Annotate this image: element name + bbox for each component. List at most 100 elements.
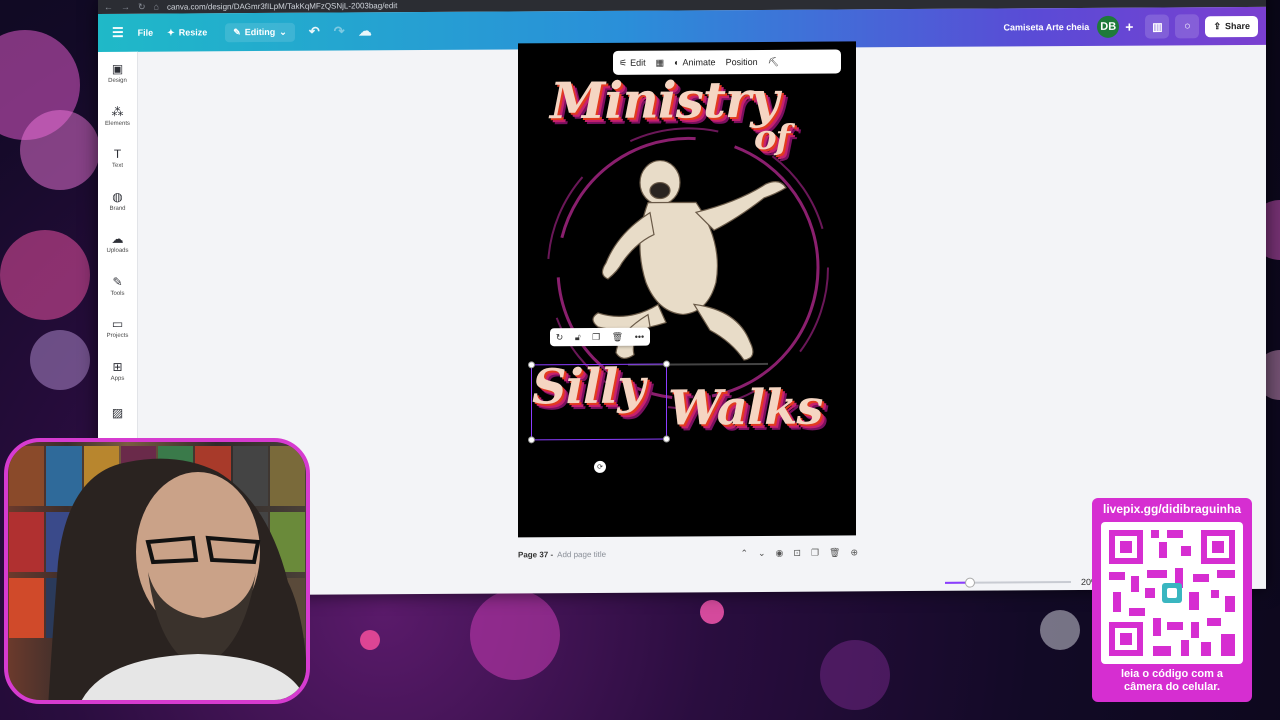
sidebar-item-brand[interactable]: ◍ Brand [98, 179, 137, 222]
sidebar-item-text[interactable]: T Text [98, 137, 137, 180]
position-label: Position [725, 56, 758, 68]
sidebar-item-label: Elements [104, 120, 130, 127]
sidebar-item-label: Uploads [106, 248, 129, 255]
bokeh-light [20, 110, 100, 190]
rotate-handle-icon[interactable]: ⟳ [594, 460, 606, 473]
sidebar-item-uploads[interactable]: ☁ Uploads [98, 222, 137, 265]
comment-icon[interactable]: ○ [1175, 14, 1200, 39]
resize-handle[interactable] [663, 435, 670, 443]
editing-mode-button[interactable]: ✎ Editing ⌄ [225, 22, 295, 42]
qr-instruction-line: leia o código com a [1120, 668, 1224, 680]
eye-icon[interactable]: ◉ [776, 548, 784, 559]
sidebar-item-design[interactable]: ▣ Design [98, 52, 137, 95]
cloud-saved-icon[interactable]: ☁ [359, 23, 372, 39]
back-icon[interactable]: ← [104, 2, 113, 12]
document-title[interactable]: Camiseta Arte cheia [1004, 22, 1090, 33]
bokeh-light [700, 600, 724, 624]
sidebar-item-projects[interactable]: ▭ Projects [98, 307, 137, 350]
bokeh-light [360, 630, 380, 650]
file-menu[interactable]: File [138, 28, 154, 38]
resize-handle[interactable] [528, 361, 535, 369]
qr-instruction: leia o código com a câmera do celular. [1092, 668, 1252, 694]
sliders-icon: ⚟ [619, 57, 628, 68]
chevron-down-icon: ⌄ [279, 26, 287, 37]
sidebar-item-label: Brand [109, 205, 126, 212]
pencil-icon: ✎ [233, 26, 241, 37]
forward-icon[interactable]: → [121, 2, 130, 12]
zoom-slider[interactable] [945, 577, 1071, 588]
sidebar-item-tools[interactable]: ✎ Tools [98, 264, 137, 307]
menu-icon[interactable]: ☰ [112, 25, 124, 41]
page-number: Page 37 - [518, 550, 554, 560]
art-title-walks[interactable]: Walks [668, 380, 822, 437]
home-icon[interactable]: ⌂ [154, 2, 159, 12]
sidebar-item-apps[interactable]: ⊞ Apps [98, 349, 137, 392]
layout-icon: ▣ [111, 62, 124, 77]
sidebar-item-label: Projects [106, 333, 129, 340]
duplicate-icon[interactable]: ❐ [592, 331, 600, 342]
position-button[interactable]: Position [726, 57, 758, 67]
editing-label: Editing [244, 26, 276, 38]
context-toolbar: ⚟ Edit ▦ ◐ Animate Position ⛏ [613, 49, 841, 75]
streamer-figure [48, 458, 306, 700]
upload-icon: ⇪ [1213, 20, 1221, 31]
add-collaborator-icon[interactable]: + [1125, 19, 1133, 35]
add-page-title-input[interactable]: Add page title [557, 550, 606, 559]
qr-code-pattern [1109, 530, 1235, 656]
paint-roller-icon[interactable]: ⛏ [768, 56, 779, 67]
qr-donation-panel: livepix.gg/didibraguinha leia o código c… [1092, 498, 1252, 702]
lock-icon[interactable]: 🔓︎ [575, 332, 581, 343]
bokeh-light [30, 330, 90, 390]
sidebar-item-label: Text [111, 163, 123, 170]
lock-icon[interactable]: ⊡ [793, 548, 801, 559]
animate-label: Animate [682, 57, 716, 68]
undo-icon[interactable]: ↶ [309, 24, 320, 40]
add-page-icon[interactable]: ⊕ [850, 547, 858, 558]
qr-code [1101, 522, 1243, 664]
animate-button[interactable]: ◐ Animate [674, 57, 715, 67]
trash-icon[interactable]: 🗑︎ [829, 547, 840, 558]
sidebar-item-elements[interactable]: ⁂ Elements [98, 94, 137, 137]
edit-button[interactable]: ⚟ Edit [619, 57, 646, 68]
webcam-overlay [4, 438, 310, 704]
cloud-upload-icon: ☁ [111, 232, 124, 247]
design-page[interactable]: Ministry of Silly Walks ↻ 🔓︎ ❐ 🗑︎ ••• ⟳ [518, 41, 856, 538]
sidebar-item-label: Tools [110, 290, 125, 297]
share-button[interactable]: ⇪ Share [1205, 15, 1258, 37]
chevron-down-icon[interactable]: ⌄ [758, 548, 766, 559]
art-title-of[interactable]: of [754, 118, 789, 158]
more-icon[interactable]: ••• [635, 332, 644, 342]
chevron-up-icon[interactable]: ⌃ [740, 548, 748, 559]
trash-icon[interactable]: 🗑︎ [612, 331, 623, 342]
transparency-icon[interactable]: ▦ [656, 57, 665, 68]
element-toolbar: ↻ 🔓︎ ❐ 🗑︎ ••• [550, 327, 650, 347]
animate-icon: ◐ [674, 57, 680, 68]
resize-handle[interactable] [663, 360, 670, 368]
duplicate-icon[interactable]: ❐ [811, 548, 819, 559]
rotate-icon[interactable]: ↻ [556, 332, 564, 343]
page-tools: ⌃ ⌄ ◉ ⊡ ❐ 🗑︎ ⊕ [740, 547, 858, 559]
folder-icon: ▭ [111, 317, 124, 332]
redo-icon[interactable]: ↷ [334, 23, 345, 39]
zoom-slider-knob[interactable] [965, 577, 976, 588]
resize-handle[interactable] [528, 436, 535, 444]
brand-icon: ◍ [112, 189, 123, 204]
file-label: File [137, 27, 154, 38]
shapes-icon: ⁂ [111, 104, 124, 119]
avatar[interactable]: DB [1097, 15, 1120, 38]
art-title-ministry[interactable]: Ministry [550, 70, 778, 130]
pen-icon: ✎ [112, 274, 123, 289]
qr-instruction-line: câmera do celular. [1124, 681, 1220, 693]
share-label: Share [1224, 20, 1250, 32]
page-footer: Page 37 - Add page title ⌃ ⌄ ◉ ⊡ ❐ 🗑︎ ⊕ [518, 547, 858, 560]
apps-icon: ⊞ [112, 359, 123, 374]
reload-icon[interactable]: ↻ [138, 1, 146, 12]
sidebar-item-label: Apps [110, 375, 125, 382]
bokeh-light [470, 590, 560, 680]
selection-box[interactable] [528, 360, 670, 444]
resize-button[interactable]: ✦ Resize [167, 27, 207, 38]
insights-icon[interactable]: ▥ [1145, 14, 1170, 39]
url-text[interactable]: canva.com/design/DAGmr3fILpM/TakKqMFzQSN… [167, 1, 397, 11]
sidebar-item-label: Design [108, 78, 127, 85]
sidebar-item-magic[interactable]: ▨ [98, 392, 137, 435]
